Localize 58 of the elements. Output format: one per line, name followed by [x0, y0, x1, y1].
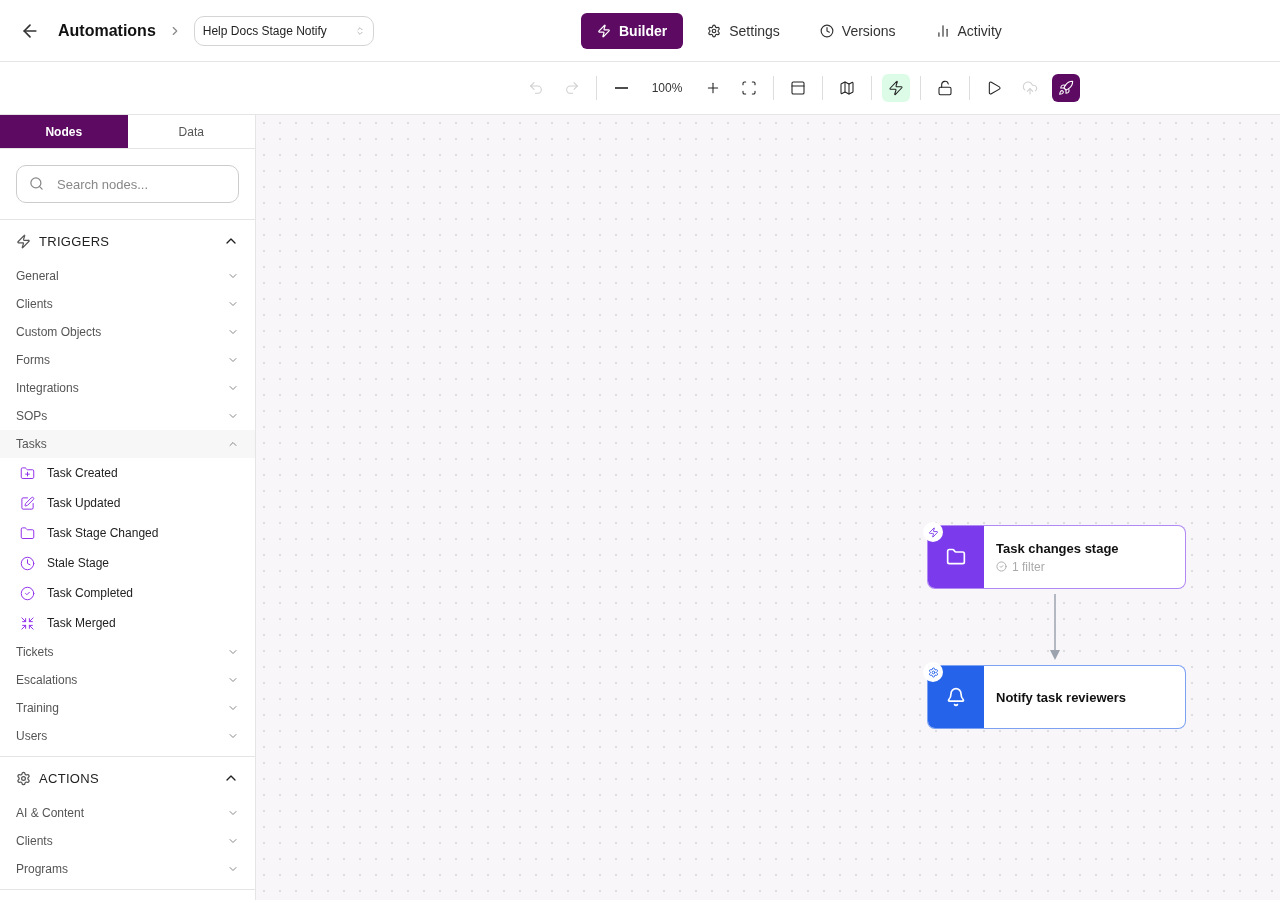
pencil-icon [20, 495, 35, 511]
clock-icon [20, 555, 35, 571]
lightning-icon [16, 233, 31, 249]
gear-icon [707, 24, 722, 38]
category-item[interactable]: Users [0, 722, 255, 750]
rocket-icon [1058, 80, 1074, 96]
check-circle-icon [20, 585, 35, 601]
shrink-icon [20, 615, 35, 631]
gear-icon [16, 770, 31, 786]
node-item[interactable]: Task Created [0, 458, 255, 488]
node-title: Task changes stage [996, 540, 1119, 556]
section-title: TRIGGERS [39, 233, 111, 249]
category-item[interactable]: Clients [0, 827, 255, 855]
lightning-icon [597, 24, 611, 38]
category-item[interactable]: Forms [0, 346, 255, 374]
lightning-button[interactable] [882, 74, 910, 102]
up-down-icon [354, 25, 365, 36]
category-item[interactable]: Tasks [0, 430, 255, 458]
search-icon [29, 176, 44, 191]
category-item[interactable]: Integrations [0, 374, 255, 402]
node-item[interactable]: Task Completed [0, 578, 255, 608]
workflow-select[interactable]: Help Docs Stage Notify [193, 15, 374, 46]
category-item[interactable]: Programs [0, 855, 255, 883]
nav-tab[interactable]: Builder [581, 13, 684, 49]
folder-plus-icon [20, 465, 35, 481]
node-item[interactable]: Task Updated [0, 488, 255, 518]
node-item[interactable]: Stale Stage [0, 548, 255, 578]
gear-icon [927, 666, 939, 678]
node-item[interactable]: Task Stage Changed [0, 518, 255, 548]
connector-arrow [1049, 594, 1061, 660]
search-field[interactable]: Search nodes... [16, 165, 239, 203]
section-title: ACTIONS [39, 770, 100, 786]
category-item[interactable]: Clients [0, 290, 255, 318]
clock-icon [819, 24, 834, 38]
bell-icon [946, 687, 966, 707]
category-item[interactable]: Training [0, 694, 255, 722]
category-item[interactable]: Escalations [0, 666, 255, 694]
category-item[interactable]: SOPs [0, 402, 255, 430]
nav-tab[interactable]: Versions [803, 13, 912, 49]
node-title: Notify task reviewers [996, 689, 1127, 705]
sidebar-tab[interactable]: Nodes [0, 115, 128, 148]
node-subtitle: 1 filter [1012, 559, 1045, 574]
folder-icon [20, 525, 35, 541]
check-circle-icon [996, 561, 1007, 572]
folder-icon [946, 547, 966, 567]
page-title: Automations [58, 21, 156, 40]
lightning-icon [927, 526, 939, 538]
zoom-level: 100% [650, 81, 684, 95]
category-item[interactable]: Custom Objects [0, 318, 255, 346]
category-item[interactable]: Tickets [0, 638, 255, 666]
publish-button[interactable] [1052, 74, 1080, 102]
nav-tab[interactable]: Activity [919, 13, 1018, 49]
category-item[interactable]: General [0, 262, 255, 290]
bar-chart-icon [935, 24, 950, 38]
nav-tab[interactable]: Settings [691, 13, 796, 49]
node-item[interactable]: Task Merged [0, 608, 255, 638]
category-item[interactable]: AI & Content [0, 799, 255, 827]
lightning-icon [888, 80, 904, 96]
